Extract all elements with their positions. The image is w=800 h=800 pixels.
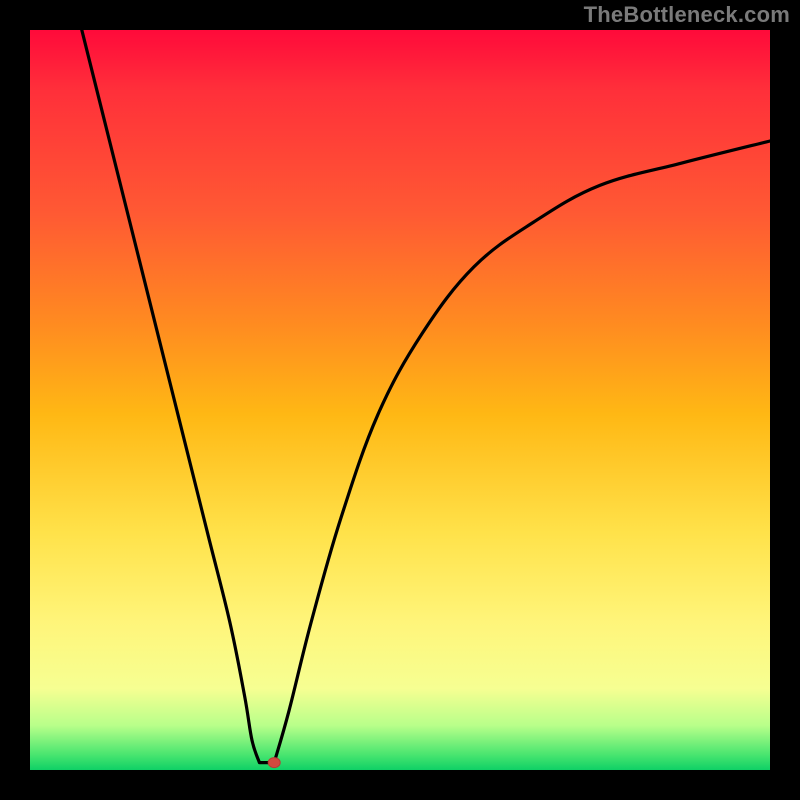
curve-path xyxy=(82,30,770,763)
watermark-text: TheBottleneck.com xyxy=(584,2,790,28)
bottleneck-curve xyxy=(30,30,770,770)
plot-area xyxy=(30,30,770,770)
optimal-marker xyxy=(268,758,280,768)
chart-frame: TheBottleneck.com xyxy=(0,0,800,800)
